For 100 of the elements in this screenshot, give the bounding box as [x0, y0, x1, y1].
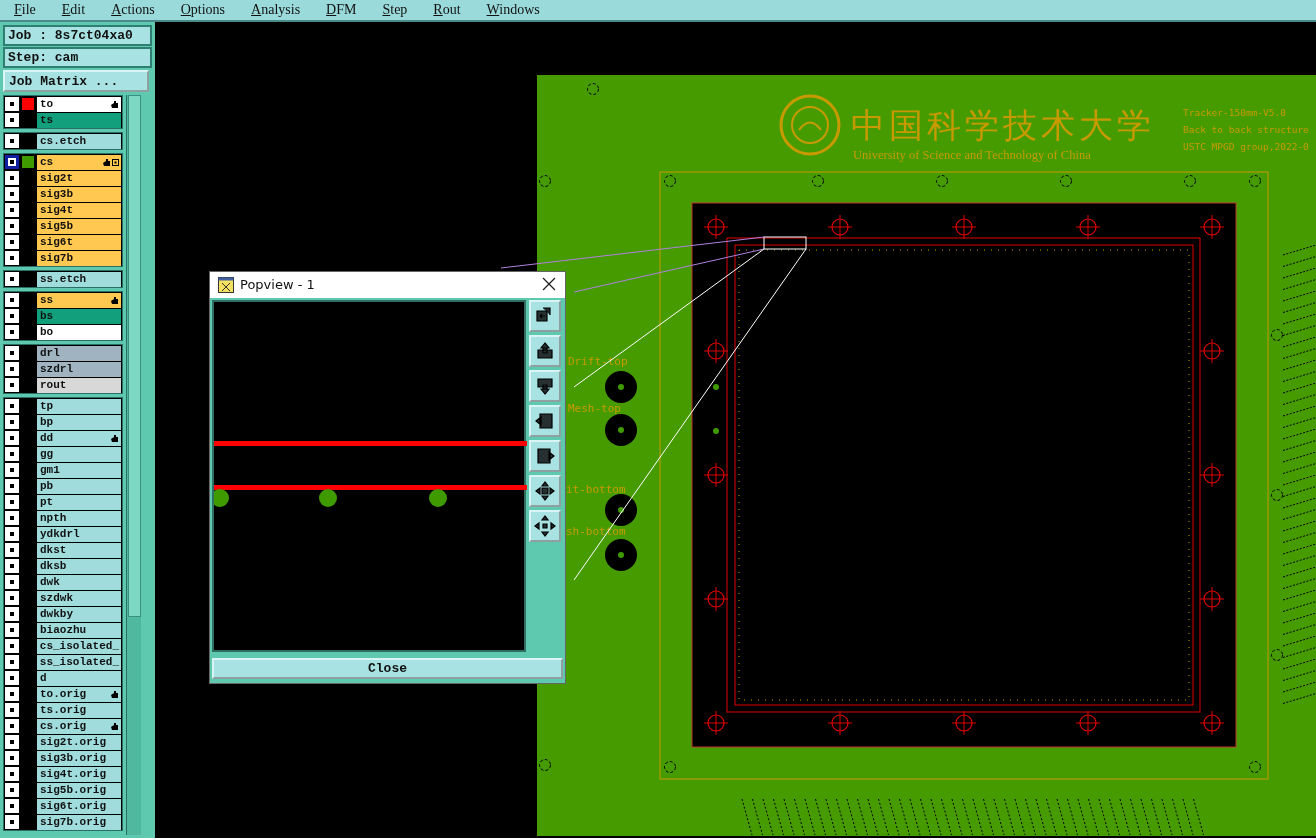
- layer-name[interactable]: sig2t: [37, 170, 121, 186]
- layer-checkbox[interactable]: [5, 293, 19, 307]
- layer-checkbox[interactable]: [5, 309, 19, 323]
- menu-item[interactable]: Analysis: [251, 2, 301, 18]
- layer-name[interactable]: dwk: [37, 574, 121, 590]
- menu-item[interactable]: File: [14, 2, 36, 18]
- layer-checkbox[interactable]: [5, 251, 19, 265]
- layer-name[interactable]: sig7b: [37, 250, 121, 266]
- layer-checkbox[interactable]: [5, 751, 19, 765]
- layer-name[interactable]: gm1: [37, 462, 121, 478]
- layer-checkbox[interactable]: [5, 687, 19, 701]
- layer-checkbox[interactable]: [5, 575, 19, 589]
- layer-checkbox[interactable]: [5, 799, 19, 813]
- layer-name[interactable]: dksb: [37, 558, 121, 574]
- layer-checkbox[interactable]: [5, 607, 19, 621]
- view-tool-button[interactable]: [529, 369, 561, 402]
- layer-name[interactable]: ts: [37, 112, 121, 128]
- layer-checkbox[interactable]: [5, 399, 19, 413]
- layer-name[interactable]: pb: [37, 478, 121, 494]
- layer-name[interactable]: sig3b: [37, 186, 121, 202]
- layer-name[interactable]: sig2t.orig: [37, 734, 121, 750]
- layer-checkbox[interactable]: [5, 527, 19, 541]
- layer-checkbox[interactable]: [5, 346, 19, 360]
- menu-item[interactable]: Edit: [61, 2, 86, 18]
- view-tool-button[interactable]: [529, 404, 561, 437]
- layer-name[interactable]: ss: [37, 292, 121, 308]
- layer-checkbox[interactable]: [5, 815, 19, 829]
- layer-name[interactable]: sig5b.orig: [37, 782, 121, 798]
- menu-item[interactable]: Options: [180, 2, 226, 18]
- layer-name[interactable]: biaozhu: [37, 622, 121, 638]
- layer-checkbox[interactable]: [5, 113, 19, 127]
- layer-name[interactable]: cs.orig: [37, 718, 121, 734]
- layer-name[interactable]: gg: [37, 446, 121, 462]
- layer-name[interactable]: bs: [37, 308, 121, 324]
- layer-checkbox[interactable]: [5, 378, 19, 392]
- layer-name[interactable]: ydkdrl: [37, 526, 121, 542]
- layer-checkbox[interactable]: [5, 543, 19, 557]
- close-button[interactable]: Close: [212, 657, 563, 679]
- layer-checkbox[interactable]: [5, 719, 19, 733]
- layer-name[interactable]: d: [37, 670, 121, 686]
- layer-checkbox[interactable]: [5, 325, 19, 339]
- layer-checkbox[interactable]: [5, 415, 19, 429]
- menu-item[interactable]: Windows: [486, 2, 540, 18]
- layer-checkbox[interactable]: [5, 783, 19, 797]
- menu-item[interactable]: Rout: [433, 2, 461, 18]
- layer-checkbox[interactable]: [5, 655, 19, 669]
- view-tool-button[interactable]: [529, 439, 561, 472]
- layer-checkbox[interactable]: [5, 431, 19, 445]
- layer-name[interactable]: ss_isolated_: [36, 654, 121, 670]
- layer-name[interactable]: szdrl: [37, 361, 121, 377]
- job-matrix-button[interactable]: Job Matrix ...: [3, 70, 149, 92]
- layer-checkbox[interactable]: [5, 187, 19, 201]
- layer-name[interactable]: dkst: [37, 542, 121, 558]
- layer-checkbox[interactable]: [5, 671, 19, 685]
- layer-checkbox[interactable]: [5, 511, 19, 525]
- layer-name[interactable]: tp: [37, 398, 121, 414]
- layer-checkbox[interactable]: [5, 495, 19, 509]
- layer-name[interactable]: sig5b: [37, 218, 121, 234]
- layer-checkbox[interactable]: [5, 559, 19, 573]
- layer-name[interactable]: to.orig: [37, 686, 121, 702]
- layer-name[interactable]: dwkby: [37, 606, 121, 622]
- layer-name[interactable]: sig6t: [37, 234, 121, 250]
- menu-item[interactable]: Step: [382, 2, 408, 18]
- layer-checkbox[interactable]: [5, 272, 19, 286]
- layer-checkbox[interactable]: [5, 591, 19, 605]
- layer-name[interactable]: to: [37, 96, 121, 112]
- scrollbar[interactable]: [126, 95, 141, 835]
- view-tool-button[interactable]: [529, 509, 561, 542]
- layer-name[interactable]: sig7b.orig: [37, 814, 121, 830]
- layer-checkbox[interactable]: [5, 703, 19, 717]
- layer-name[interactable]: ss.etch: [37, 271, 121, 287]
- view-tool-button[interactable]: [529, 334, 561, 367]
- layer-checkbox[interactable]: [5, 639, 19, 653]
- layer-name[interactable]: cs.etch: [37, 133, 121, 149]
- layer-name[interactable]: drl: [37, 345, 121, 361]
- layer-name[interactable]: dd: [37, 430, 121, 446]
- layer-checkbox[interactable]: [5, 767, 19, 781]
- scrollbar-thumb[interactable]: [128, 95, 141, 617]
- layer-checkbox[interactable]: [5, 155, 19, 169]
- layer-checkbox[interactable]: [5, 463, 19, 477]
- layer-checkbox[interactable]: [5, 362, 19, 376]
- layer-name[interactable]: cs_isolated_: [36, 638, 121, 654]
- view-tool-button[interactable]: [529, 474, 561, 507]
- layer-name[interactable]: pt: [37, 494, 121, 510]
- layer-name[interactable]: sig6t.orig: [37, 798, 121, 814]
- menu-item[interactable]: DFM: [326, 2, 357, 18]
- layer-checkbox[interactable]: [5, 735, 19, 749]
- layer-checkbox[interactable]: [5, 447, 19, 461]
- layer-name[interactable]: sig3b.orig: [37, 750, 121, 766]
- layer-checkbox[interactable]: [5, 219, 19, 233]
- layer-checkbox[interactable]: [5, 171, 19, 185]
- layer-name[interactable]: bo: [37, 324, 121, 340]
- layer-name[interactable]: szdwk: [37, 590, 121, 606]
- layer-name[interactable]: ts.orig: [37, 702, 121, 718]
- view-tool-button[interactable]: [529, 299, 561, 332]
- layer-name[interactable]: sig4t: [37, 202, 121, 218]
- layer-name[interactable]: bp: [37, 414, 121, 430]
- layer-name[interactable]: rout: [37, 377, 121, 393]
- layer-checkbox[interactable]: [5, 235, 19, 249]
- layer-name[interactable]: sig4t.orig: [37, 766, 121, 782]
